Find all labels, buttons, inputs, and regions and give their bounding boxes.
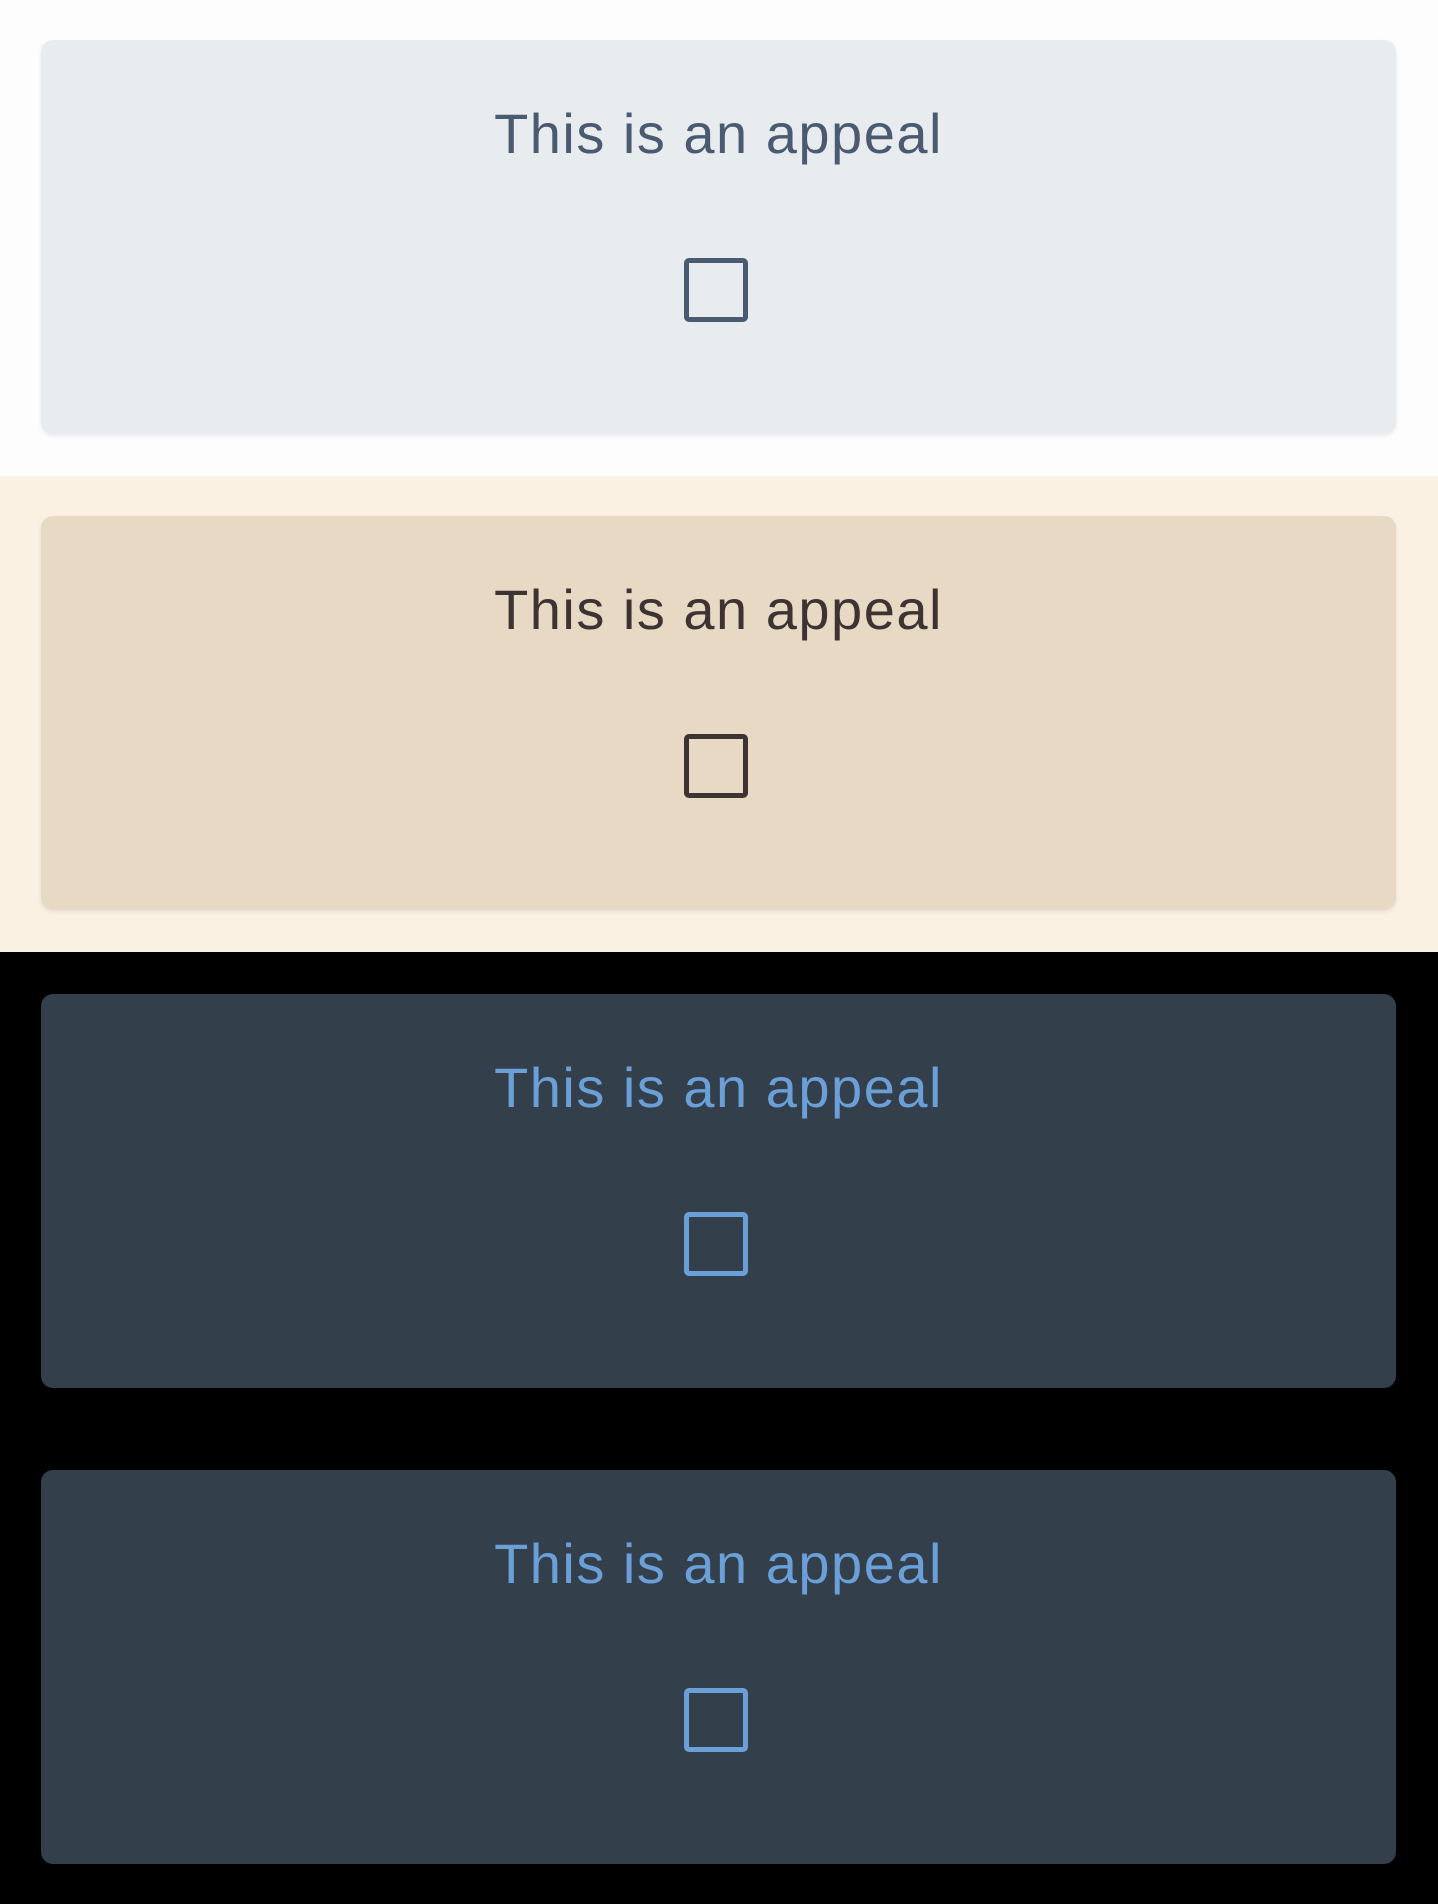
light-theme-section: This is an appeal: [0, 0, 1438, 476]
sepia-theme-section: This is an appeal: [0, 476, 1438, 952]
appeal-checkbox[interactable]: [684, 1688, 748, 1752]
appeal-card: This is an appeal: [41, 994, 1396, 1388]
dark-theme-section: This is an appeal This is an appeal: [0, 952, 1438, 1904]
appeal-card: This is an appeal: [41, 1470, 1396, 1864]
appeal-checkbox[interactable]: [684, 1212, 748, 1276]
appeal-text: This is an appeal: [494, 1532, 943, 1595]
appeal-checkbox[interactable]: [684, 734, 748, 798]
appeal-text: This is an appeal: [494, 102, 943, 165]
appeal-text: This is an appeal: [494, 1056, 943, 1119]
appeal-checkbox[interactable]: [684, 258, 748, 322]
appeal-text: This is an appeal: [494, 578, 943, 641]
appeal-card: This is an appeal: [41, 516, 1396, 910]
appeal-card: This is an appeal: [41, 40, 1396, 434]
